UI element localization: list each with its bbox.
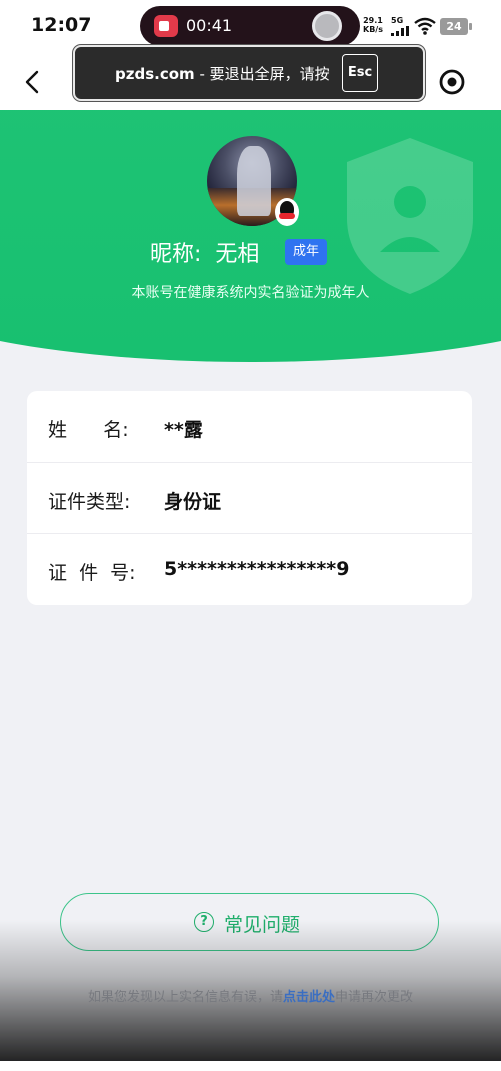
info-value: 身份证 bbox=[164, 491, 222, 513]
identity-info-card: 姓 名: **露 证件类型: 身份证 证 件 号: 5*************… bbox=[27, 391, 472, 605]
nickname-row: 昵称: 无相 成年 bbox=[0, 236, 501, 268]
change-request-link[interactable]: 点击此处 bbox=[283, 990, 335, 1005]
qq-penguin-icon bbox=[275, 198, 299, 226]
nickname: 昵称: 无相 bbox=[150, 236, 259, 268]
avatar-figure bbox=[237, 146, 271, 216]
bottom-edge bbox=[0, 1061, 501, 1071]
info-row-id-type: 证件类型: 身份证 bbox=[27, 462, 472, 533]
faq-button[interactable]: ? 常见问题 bbox=[60, 893, 439, 951]
esc-key: Esc bbox=[342, 54, 378, 92]
info-value: **露 bbox=[164, 419, 203, 441]
back-icon[interactable] bbox=[12, 60, 52, 104]
footer-prefix: 如果您发现以上实名信息有误，请 bbox=[87, 990, 283, 1005]
verification-header: 昵称: 无相 成年 本账号在健康系统内实名验证为成年人 bbox=[0, 110, 501, 362]
nickname-value: 无相 bbox=[215, 242, 260, 267]
nav-bar: pzds.com - 要退出全屏，请按 Esc bbox=[0, 45, 501, 110]
net-speed: 29.1 KB/s bbox=[363, 16, 383, 34]
recording-icon bbox=[154, 15, 178, 37]
toast-text: - 要退出全屏，请按 bbox=[194, 65, 330, 83]
info-label: 证 件 号: bbox=[48, 562, 136, 584]
clock: 12:07 bbox=[31, 14, 92, 36]
recording-toggle[interactable] bbox=[312, 11, 342, 41]
recording-time: 00:41 bbox=[186, 16, 233, 35]
info-row-id-number: 证 件 号: 5****************9 bbox=[27, 533, 472, 604]
toast-message: pzds.com - 要退出全屏，请按 bbox=[115, 63, 330, 84]
shield-icon bbox=[347, 138, 473, 294]
info-label: 证件类型: bbox=[48, 491, 131, 513]
network-type: 5G bbox=[391, 16, 404, 25]
info-label: 姓 名: bbox=[48, 419, 129, 441]
question-icon: ? bbox=[194, 912, 214, 932]
faq-label: 常见问题 bbox=[224, 914, 301, 936]
screen-recording-pill[interactable]: 00:41 bbox=[140, 6, 360, 46]
verification-subtitle: 本账号在健康系统内实名验证为成年人 bbox=[131, 285, 370, 301]
net-speed-unit: KB/s bbox=[363, 25, 383, 34]
footer-note: 如果您发现以上实名信息有误，请点击此处申请再次更改 bbox=[0, 986, 501, 1005]
fullscreen-toast: pzds.com - 要退出全屏，请按 Esc bbox=[73, 45, 425, 101]
signal-icon bbox=[391, 26, 411, 36]
info-row-name: 姓 名: **露 bbox=[27, 391, 472, 462]
target-icon[interactable] bbox=[430, 62, 474, 102]
screen: 12:07 00:41 29.1 KB/s 5G 24 pzds.com - 要… bbox=[0, 0, 501, 1061]
toast-site: pzds.com bbox=[115, 65, 195, 83]
battery-icon: 24 bbox=[440, 18, 472, 35]
net-speed-value: 29.1 bbox=[363, 16, 383, 25]
adult-badge: 成年 bbox=[285, 239, 327, 265]
nickname-label: 昵称: bbox=[150, 242, 202, 267]
wifi-icon bbox=[414, 17, 436, 35]
info-value: 5****************9 bbox=[164, 558, 350, 580]
footer-suffix: 申请再次更改 bbox=[335, 990, 414, 1005]
